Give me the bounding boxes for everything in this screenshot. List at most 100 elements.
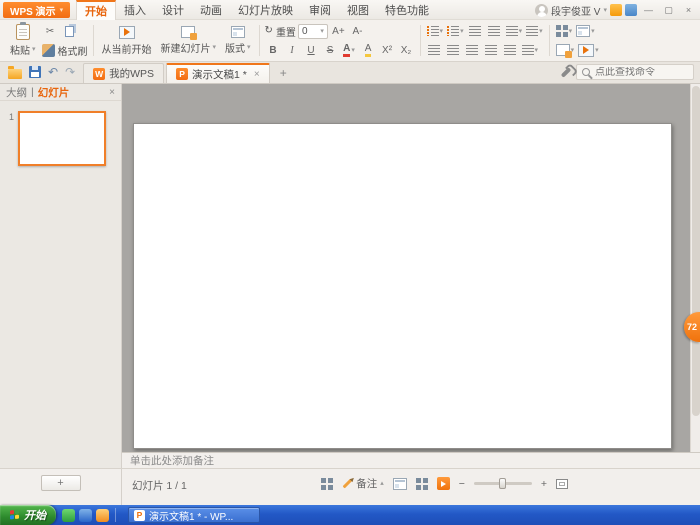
justify-button[interactable]	[483, 42, 500, 58]
tab-view[interactable]: 视图	[339, 0, 377, 20]
maximize-button[interactable]: ▢	[660, 3, 677, 17]
close-button[interactable]: ×	[680, 3, 697, 17]
tab-design[interactable]: 设计	[154, 0, 192, 20]
text-direction-button[interactable]: ▾	[525, 23, 544, 39]
new-slide-button[interactable]: 新建幻灯片▾	[158, 24, 220, 57]
vertical-scrollbar[interactable]	[690, 84, 700, 452]
tab-home[interactable]: 开始	[76, 0, 116, 20]
from-current-slide-button[interactable]: 从当前开始	[99, 24, 155, 58]
user-menu-chevron-icon[interactable]: ▾	[603, 7, 607, 14]
shrink-font-button[interactable]: A-	[349, 23, 366, 39]
slides-tab[interactable]: 幻灯片	[38, 85, 70, 100]
paste-button[interactable]: 粘贴▾	[7, 22, 39, 59]
taskbar-item-label: 演示文稿1 * - WP...	[149, 508, 233, 523]
font-group: ↻ 重置 0 ▾ A+ A- B I U S A▾ A X² X₂	[261, 22, 419, 59]
font-color-button[interactable]: A▾	[341, 42, 358, 58]
doc-tab-presentation1[interactable]: P 演示文稿1 * ×	[166, 63, 270, 83]
user-name[interactable]: 段宇俊亚 V	[551, 3, 600, 18]
line-spacing-icon	[506, 26, 518, 36]
numbering-button[interactable]: ▾	[446, 23, 465, 39]
save-icon[interactable]	[29, 66, 41, 78]
view-settings-button[interactable]	[321, 478, 333, 490]
quick-launch-icon-3[interactable]	[96, 509, 109, 522]
extra-tool-button-1[interactable]: ▾	[555, 23, 574, 39]
copy-button[interactable]	[61, 24, 78, 40]
wrench-icon[interactable]	[561, 67, 572, 78]
highlight-button[interactable]: A	[360, 42, 377, 58]
close-tab-icon[interactable]: ×	[254, 69, 260, 80]
slide-sorter-view-button[interactable]	[416, 478, 428, 490]
distribute-button[interactable]	[502, 42, 519, 58]
strikethrough-button[interactable]: S	[322, 42, 339, 58]
grow-font-button[interactable]: A+	[330, 23, 347, 39]
columns-button[interactable]: ▾	[521, 42, 540, 58]
command-search[interactable]	[576, 64, 694, 80]
new-tab-button[interactable]: +	[275, 64, 292, 81]
doc-tab-my-wps[interactable]: W 我的WPS	[83, 63, 164, 83]
slideshow-button[interactable]	[437, 477, 450, 490]
quick-launch-icon-1[interactable]	[62, 509, 75, 522]
editing-canvas	[122, 84, 700, 452]
outline-tab[interactable]: 大纲	[6, 85, 27, 100]
superscript-button[interactable]: X²	[379, 42, 396, 58]
cut-button[interactable]: ✂	[42, 24, 59, 40]
chevron-down-icon: ▾	[440, 28, 444, 35]
extra-tool-button-4[interactable]: ▾	[577, 42, 600, 58]
align-center-button[interactable]	[445, 42, 462, 58]
extra-tool-button-3[interactable]: ▾	[555, 42, 576, 58]
zoom-slider[interactable]	[474, 482, 532, 485]
panel-footer: +	[0, 469, 122, 505]
align-left-button[interactable]	[426, 42, 443, 58]
presentation-file-icon: P	[176, 68, 188, 80]
wps-menu-button[interactable]: WPS 演示 ▾	[3, 2, 70, 18]
increase-indent-button[interactable]	[486, 23, 503, 39]
font-size-combo[interactable]: 0 ▾	[298, 24, 328, 39]
columns-icon	[522, 45, 534, 55]
undo-icon[interactable]: ↶	[48, 66, 58, 78]
zoom-out-button[interactable]: −	[459, 478, 465, 490]
user-avatar[interactable]	[535, 4, 548, 17]
tab-insert[interactable]: 插入	[116, 0, 154, 20]
underline-button[interactable]: U	[303, 42, 320, 58]
extra-tool-icon-4	[578, 44, 594, 57]
redo-icon[interactable]: ↷	[65, 66, 75, 78]
ribbon-tab-strip: 开始 插入 设计 动画 幻灯片放映 审阅 视图 特色功能	[76, 0, 437, 20]
decrease-indent-button[interactable]	[467, 23, 484, 39]
italic-button[interactable]: I	[284, 42, 301, 58]
notes-toggle-button[interactable]: 备注 ▴	[342, 476, 384, 491]
minimize-button[interactable]: —	[640, 3, 657, 17]
subscript-button[interactable]: X₂	[398, 42, 415, 58]
bullets-button[interactable]: ▾	[426, 23, 445, 39]
format-painter-button[interactable]: 格式刷	[42, 43, 88, 58]
close-panel-icon[interactable]: ×	[109, 87, 115, 98]
slide-canvas[interactable]	[133, 123, 672, 449]
grow-font-label: A+	[332, 26, 345, 37]
scrollbar-thumb[interactable]	[692, 86, 700, 416]
reset-button[interactable]: ↻ 重置	[265, 24, 296, 39]
quick-launch-icon-2[interactable]	[79, 509, 92, 522]
taskbar-item-presentation1[interactable]: P 演示文稿1 * - WP...	[128, 507, 260, 523]
align-right-button[interactable]	[464, 42, 481, 58]
layout-button[interactable]: 版式▾	[222, 24, 254, 57]
open-file-icon[interactable]	[8, 69, 22, 79]
start-button[interactable]: 开始	[0, 505, 56, 525]
plus-icon: +	[280, 66, 287, 80]
tab-special-features[interactable]: 特色功能	[377, 0, 437, 20]
add-slide-button[interactable]: +	[41, 475, 81, 491]
search-input[interactable]	[595, 67, 681, 78]
normal-view-button[interactable]	[393, 478, 407, 490]
tab-review[interactable]: 审阅	[301, 0, 339, 20]
fit-to-window-button[interactable]	[556, 479, 568, 489]
notes-panel[interactable]: 单击此处添加备注	[122, 452, 700, 468]
slide-sorter-icon	[416, 478, 421, 483]
zoom-slider-thumb[interactable]	[499, 478, 506, 489]
bold-button[interactable]: B	[265, 42, 282, 58]
vip-icon[interactable]	[610, 4, 622, 16]
tab-slideshow[interactable]: 幻灯片放映	[230, 0, 301, 20]
tab-animation[interactable]: 动画	[192, 0, 230, 20]
extra-tool-button-2[interactable]: ▾	[575, 23, 596, 39]
skin-icon[interactable]	[625, 4, 637, 16]
slide-thumbnail[interactable]	[18, 111, 106, 166]
zoom-in-button[interactable]: +	[541, 478, 547, 490]
line-spacing-button[interactable]: ▾	[505, 23, 524, 39]
